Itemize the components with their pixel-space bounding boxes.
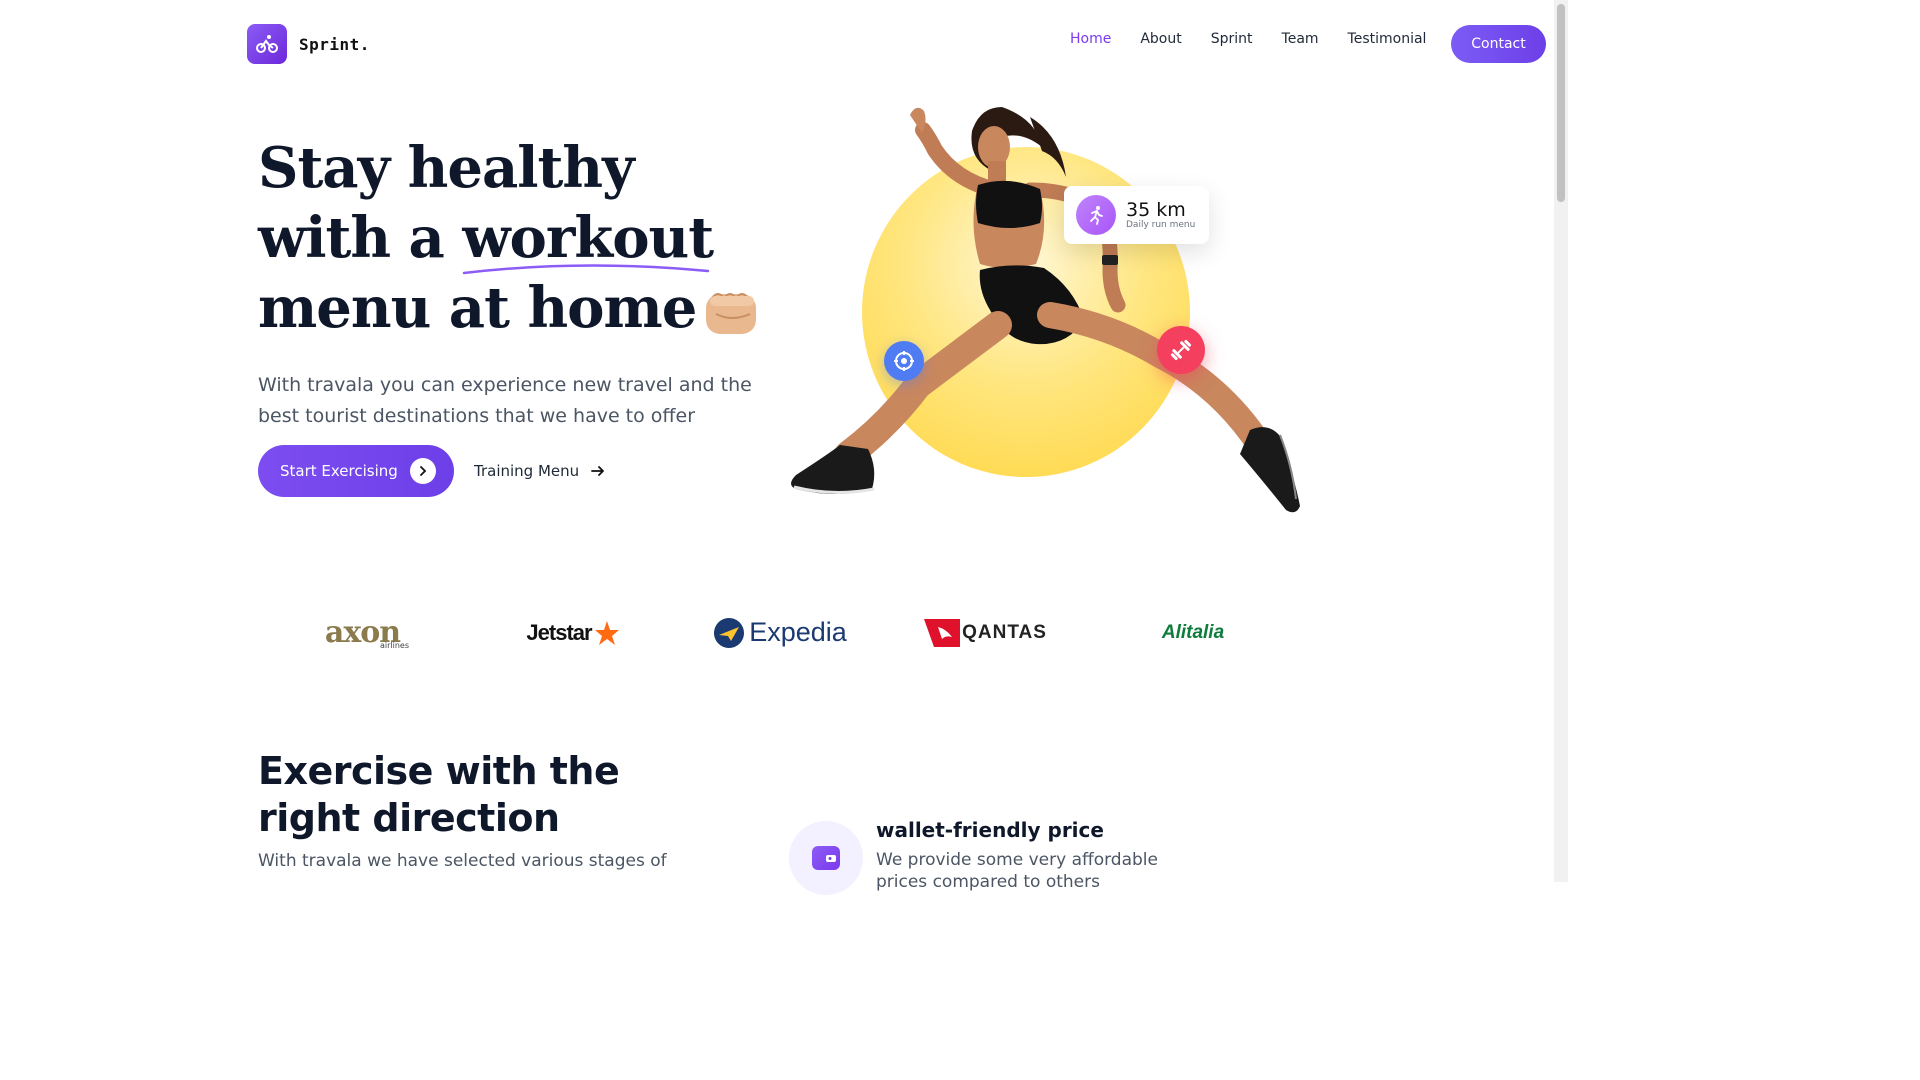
expedia-logo-text: Expedia — [749, 617, 847, 647]
main-nav: Home About Sprint Team Testimonial — [1070, 31, 1426, 47]
brand-name: Sprint. — [299, 34, 370, 54]
qantas-logo-text: QANTAS — [962, 621, 1047, 643]
section-title: Exercise with the right direction — [258, 748, 620, 842]
star-icon — [594, 620, 619, 645]
nav-home[interactable]: Home — [1070, 31, 1111, 47]
underline-swoosh — [463, 264, 710, 275]
running-person-icon — [1076, 195, 1116, 235]
training-menu-label: Training Menu — [474, 462, 580, 480]
jetstar-logo-text: Jetstar — [526, 619, 592, 645]
feature-description: We provide some very affordable prices c… — [876, 850, 1158, 892]
daily-run-value: 35 km — [1126, 199, 1186, 221]
hero-title-line-2: with a workout — [258, 203, 762, 275]
highlighted-word: workout — [462, 205, 714, 275]
qantas-logo: QANTAS — [918, 605, 1053, 660]
hero-title-line-3: menu at home — [258, 273, 762, 343]
daily-run-card: 35 km Daily run menu — [1064, 186, 1209, 244]
chevron-right-icon — [409, 458, 436, 484]
axon-logo-subtext: airlines — [379, 641, 409, 650]
arrow-right-icon — [591, 466, 605, 476]
hero-title-text: with a — [258, 205, 463, 271]
nav-testimonial[interactable]: Testimonial — [1348, 31, 1427, 47]
jetstar-logo: Jetstar — [518, 605, 628, 660]
hero-title-line-1: Stay healthy — [258, 135, 635, 201]
globe-plane-icon — [714, 617, 745, 648]
fist-emoji-icon — [706, 293, 757, 335]
hero-title: Stay healthy with a workout menu at home — [258, 133, 762, 343]
page-scrollbar[interactable] — [1554, 0, 1568, 882]
alitalia-logo: Alitalia — [1153, 605, 1233, 660]
runner-illustration — [791, 107, 1300, 513]
section-title-line-1: Exercise with the — [258, 749, 620, 793]
axon-logo: axon airlines — [310, 605, 415, 660]
start-exercising-button[interactable]: Start Exercising — [258, 445, 454, 497]
hero-subtitle: With travala you can experience new trav… — [258, 374, 752, 427]
start-exercising-label: Start Exercising — [280, 462, 398, 480]
alitalia-logo-text: Alitalia — [1161, 621, 1225, 643]
brand-logo[interactable]: Sprint. — [247, 24, 370, 64]
partner-logos: axon airlines Jetstar Expedia QANTAS Ali… — [0, 605, 1568, 660]
nav-team[interactable]: Team — [1282, 31, 1319, 47]
bicycle-icon — [247, 24, 287, 64]
section-title-line-2: right direction — [258, 796, 560, 840]
kangaroo-tail-icon — [924, 618, 961, 647]
expedia-logo: Expedia — [710, 605, 850, 660]
feature-title: wallet-friendly price — [876, 818, 1104, 842]
contact-button[interactable]: Contact — [1451, 25, 1546, 63]
wallet-icon-container — [789, 821, 863, 895]
hero-title-text-3: menu at home — [258, 275, 697, 341]
training-menu-link[interactable]: Training Menu — [474, 462, 605, 480]
daily-run-label: Daily run menu — [1126, 220, 1196, 230]
scrollbar-thumb[interactable] — [1557, 4, 1565, 202]
target-icon — [884, 341, 924, 381]
daily-run-text: 35 km Daily run menu — [1126, 200, 1195, 230]
nav-about[interactable]: About — [1140, 31, 1181, 47]
section-subtitle: With travala we have selected various st… — [258, 851, 667, 871]
wallet-icon — [812, 846, 840, 870]
nav-sprint[interactable]: Sprint — [1211, 31, 1253, 47]
dumbbell-icon — [1157, 326, 1205, 374]
